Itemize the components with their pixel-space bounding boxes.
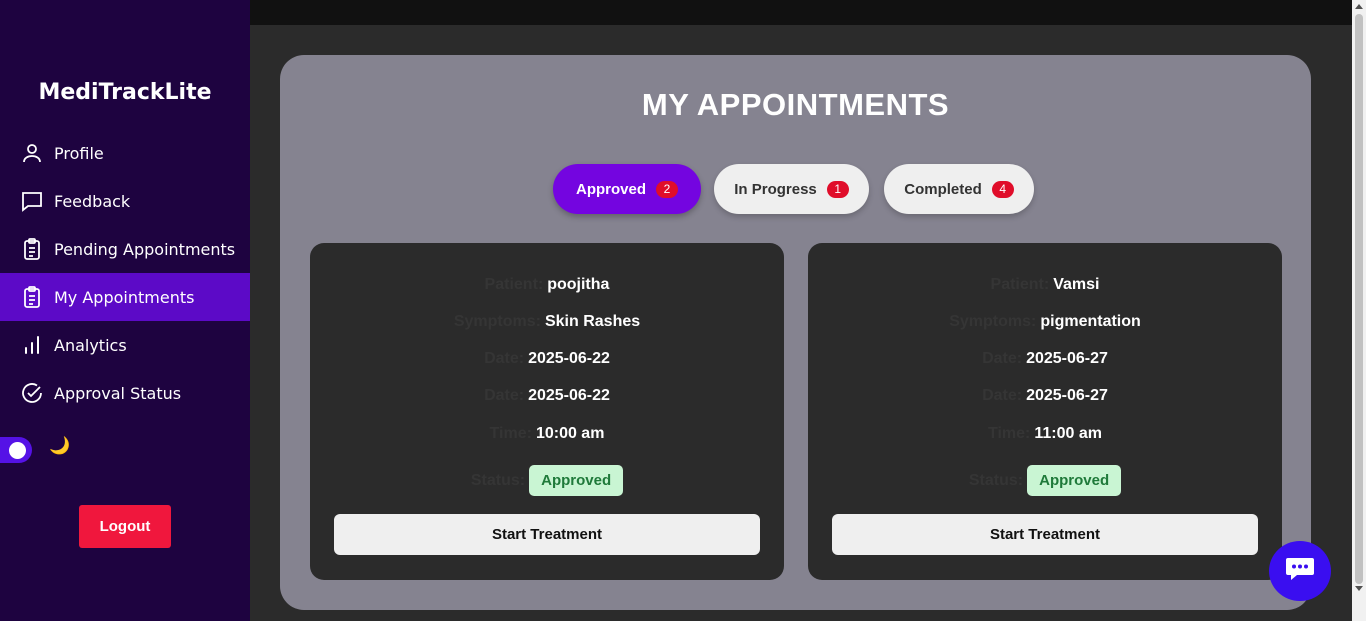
date-row: Date: 2025-06-27 — [808, 387, 1282, 405]
sidebar-item-profile[interactable]: Profile — [0, 129, 250, 177]
scroll-thumb[interactable] — [1355, 14, 1363, 584]
chat-button[interactable] — [1269, 541, 1331, 601]
sidebar-nav: Profile Feedback Pending Appointments My… — [0, 129, 250, 417]
patient-row: Patient: Vamsi — [808, 276, 1282, 294]
time-value: 10:00 am — [535, 425, 605, 442]
sidebar-item-label: Approval Status — [54, 383, 182, 403]
date-row: Date: 2025-06-27 — [808, 350, 1282, 368]
chat-bubble-icon — [1285, 556, 1315, 587]
bar-chart-icon — [20, 333, 44, 357]
tab-label: In Progress — [734, 180, 817, 198]
tab-label: Approved — [575, 180, 646, 198]
field-label: Status: — [968, 472, 1024, 489]
time-row: Time: 10:00 am — [310, 425, 784, 443]
time-row: Time: 11:00 am — [808, 425, 1282, 443]
tab-label: Completed — [904, 180, 982, 198]
field-label: Date: — [982, 387, 1023, 404]
appointments-panel: MY APPOINTMENTS Approved 2 In Progress 1… — [280, 55, 1311, 610]
count-badge: 1 — [826, 180, 849, 198]
tab-in-progress[interactable]: In Progress 1 — [714, 164, 869, 214]
status-row: Status: Approved — [808, 465, 1282, 496]
sidebar-item-label: My Appointments — [54, 287, 195, 307]
check-circle-icon — [20, 381, 44, 405]
symptoms-value: Skin Rashes — [544, 313, 641, 330]
symptoms-row: Symptoms: Skin Rashes — [310, 313, 784, 331]
date-value: 2025-06-27 — [1026, 387, 1108, 404]
clipboard-icon — [20, 285, 44, 309]
patient-name: poojitha — [547, 276, 610, 293]
clipboard-icon — [20, 237, 44, 261]
top-bar — [250, 0, 1352, 25]
sidebar-item-label: Pending Appointments — [54, 239, 236, 259]
sidebar-item-pending-appointments[interactable]: Pending Appointments — [0, 225, 250, 273]
page-title: MY APPOINTMENTS — [641, 87, 950, 122]
logout-button[interactable]: Logout — [79, 505, 171, 548]
sidebar-item-feedback[interactable]: Feedback — [0, 177, 250, 225]
field-label: Symptoms: — [949, 313, 1037, 330]
field-label: Symptoms: — [453, 313, 541, 330]
start-treatment-button[interactable]: Start Treatment — [334, 514, 760, 555]
date-row: Date: 2025-06-22 — [310, 350, 784, 368]
patient-row: Patient: poojitha — [310, 276, 784, 294]
field-label: Patient: — [990, 276, 1050, 293]
field-label: Time: — [988, 425, 1031, 442]
time-value: 11:00 am — [1034, 425, 1102, 442]
sidebar-item-label: Profile — [54, 143, 104, 163]
tab-approved[interactable]: Approved 2 — [553, 164, 701, 214]
status-badge: Approved — [529, 465, 624, 496]
patient-name: Vamsi — [1053, 276, 1100, 293]
sidebar-item-label: Analytics — [54, 335, 127, 355]
sidebar-item-my-appointments[interactable]: My Appointments — [0, 273, 250, 321]
appointment-card: Patient: poojitha Symptoms: Skin Rashes Da… — [310, 243, 784, 580]
scroll-down-arrow-icon[interactable] — [1355, 586, 1363, 591]
appointment-card: Patient: Vamsi Symptoms: pigmentation Date… — [808, 243, 1282, 580]
date-value: 2025-06-27 — [1026, 350, 1108, 367]
scrollbar[interactable] — [1352, 0, 1366, 621]
date-row: Date: 2025-06-22 — [310, 387, 784, 405]
date-value: 2025-06-22 — [528, 387, 610, 404]
moon-icon: 🌙 — [49, 436, 71, 455]
sidebar-item-approval-status[interactable]: Approval Status — [0, 369, 250, 417]
field-label: Date: — [484, 387, 525, 404]
user-icon — [20, 141, 44, 165]
scroll-up-arrow-icon[interactable] — [1355, 4, 1363, 9]
field-label: Time: — [489, 425, 532, 442]
sidebar-item-label: Feedback — [54, 191, 131, 211]
status-row: Status: Approved — [310, 465, 784, 496]
start-treatment-button[interactable]: Start Treatment — [832, 514, 1258, 555]
field-label: Date: — [982, 350, 1023, 367]
app-title: MediTrackLite — [38, 80, 212, 105]
symptoms-value: pigmentation — [1040, 313, 1141, 330]
count-badge: 2 — [656, 180, 678, 198]
tab-completed[interactable]: Completed 4 — [884, 164, 1034, 214]
sidebar-item-analytics[interactable]: Analytics — [0, 321, 250, 369]
field-label: Patient: — [484, 276, 544, 293]
toggle-knob — [9, 442, 26, 459]
field-label: Status: — [470, 472, 526, 489]
sidebar: MediTrackLite Profile Feedback Pending A… — [0, 0, 250, 621]
status-badge: Approved — [1027, 465, 1122, 496]
count-badge: 4 — [991, 180, 1014, 198]
symptoms-row: Symptoms: pigmentation — [808, 313, 1282, 331]
chat-square-icon — [20, 189, 44, 213]
field-label: Date: — [484, 350, 525, 367]
date-value: 2025-06-22 — [528, 350, 610, 367]
theme-toggle[interactable] — [0, 437, 32, 463]
